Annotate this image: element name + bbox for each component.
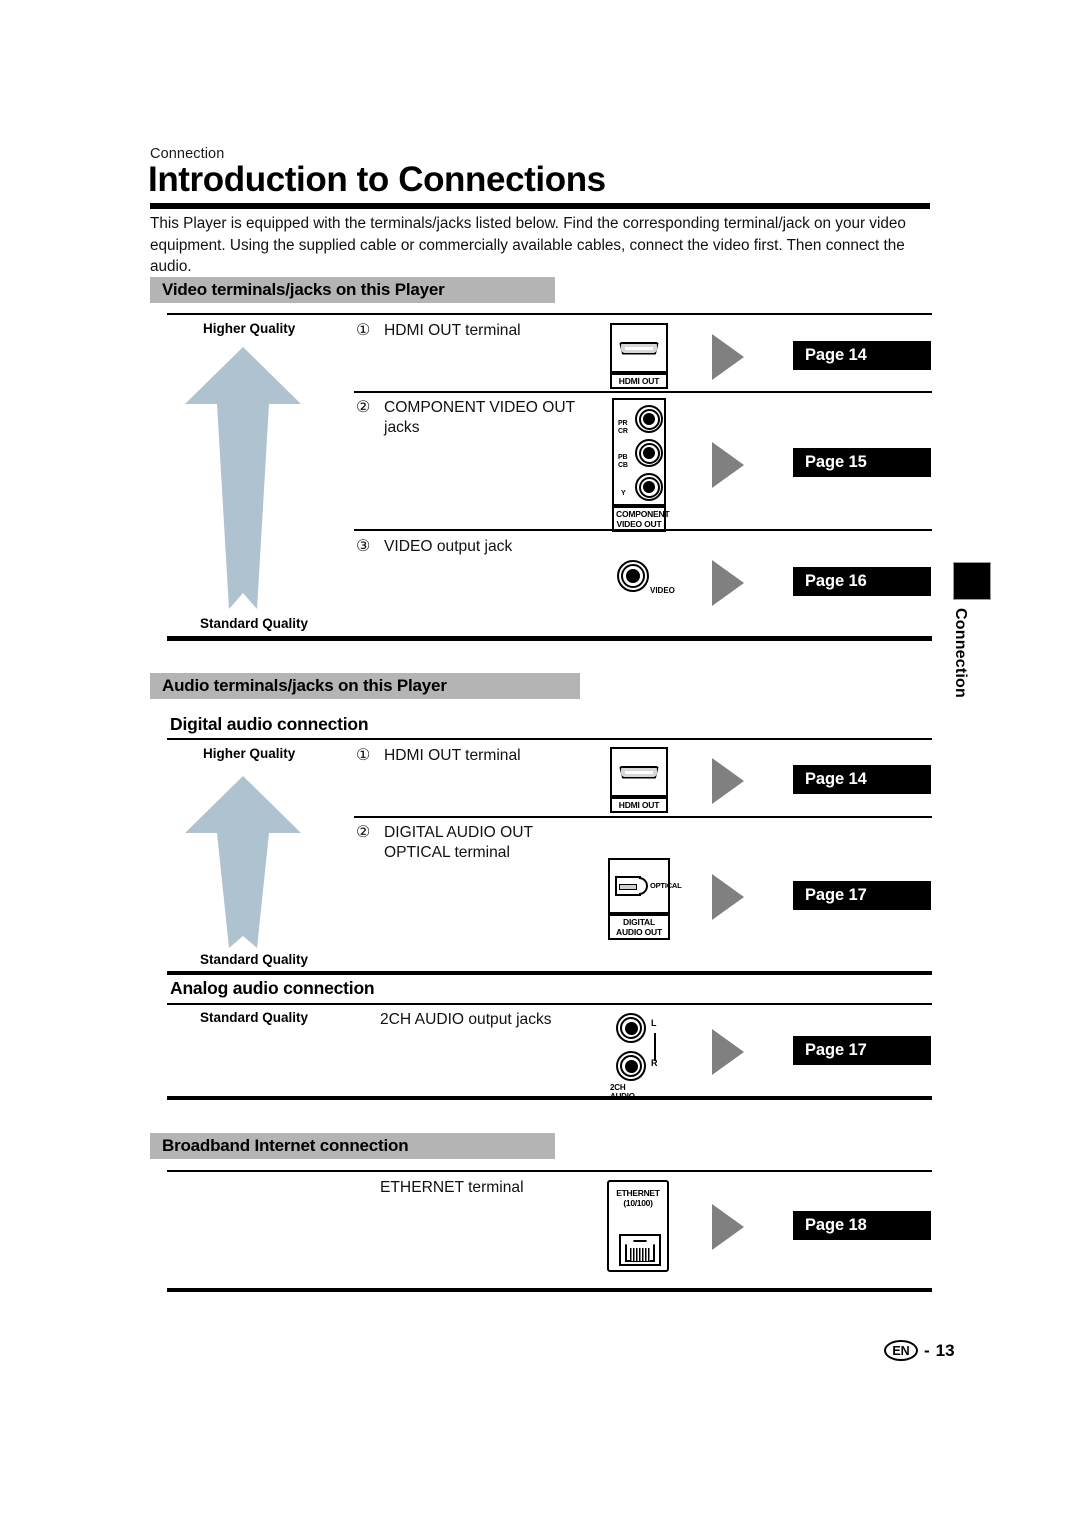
- page-badge-video-1[interactable]: Page 15: [793, 448, 931, 477]
- connector-component-video-out: PR CR PB CB Y COMPONENT VIDEO OUT: [612, 398, 670, 532]
- section-bar-audio: Audio terminals/jacks on this Player: [150, 673, 580, 699]
- digital-audio-out-caption: DIGITAL AUDIO OUT: [608, 914, 670, 940]
- side-tab-marker: [953, 562, 991, 600]
- connector-ethernet: ETHERNET (10/100): [607, 1180, 669, 1272]
- connector-video-out: VIDEO: [617, 560, 675, 595]
- audio-label-l: L: [651, 1018, 657, 1028]
- digital-quality-top: Higher Quality: [203, 746, 296, 761]
- component-label-y: Y: [621, 490, 626, 497]
- digital-rule-1: [354, 816, 932, 818]
- connector-optical-out: OPTICAL DIGITAL AUDIO OUT: [608, 858, 682, 940]
- hdmi-port-box-audio: [610, 747, 668, 797]
- hdmi-port-icon-audio: [619, 765, 659, 779]
- document-page: Connection Introduction to Connections T…: [0, 0, 1080, 1526]
- optical-shutter-icon: [639, 877, 648, 895]
- section-bar-video: Video terminals/jacks on this Player: [150, 277, 555, 303]
- audio-label-r: R: [651, 1058, 658, 1068]
- video-row-2-label: VIDEO output jack: [384, 538, 513, 555]
- video-row-1-label: COMPONENT VIDEO OUT jacks: [384, 399, 576, 436]
- rca-jack-pr: [635, 405, 663, 433]
- connector-2ch-audio-out: L R 2CH AUDIO: [610, 1013, 658, 1101]
- page-badge-digital-0[interactable]: Page 14: [793, 765, 931, 794]
- optical-caption: OPTICAL: [650, 881, 682, 890]
- subhead-analog-audio: Analog audio connection: [170, 978, 375, 998]
- video-row-0-label: HDMI OUT terminal: [384, 322, 521, 339]
- arrow-triangle-digital-1: [712, 874, 744, 920]
- analog-rule-top: [167, 1003, 932, 1005]
- rca-jack-y: [635, 473, 663, 501]
- arrow-triangle-digital-0: [712, 758, 744, 804]
- page-badge-analog-0[interactable]: Page 17: [793, 1036, 931, 1065]
- analog-rule-bottom: [167, 1096, 932, 1100]
- connector-hdmi-out-audio: HDMI OUT: [610, 747, 668, 813]
- intro-paragraph: This Player is equipped with the termina…: [150, 215, 906, 275]
- rca-jack-video: [617, 560, 649, 592]
- ethernet-caption: ETHERNET (10/100): [616, 1188, 660, 1208]
- component-label-pb: PB CB: [618, 454, 628, 469]
- page-badge-broadband-0[interactable]: Page 18: [793, 1211, 931, 1240]
- video-quality-bottom: Standard Quality: [200, 616, 309, 631]
- rca-jack-right: [616, 1051, 646, 1081]
- page-title: Introduction to Connections: [148, 160, 606, 199]
- component-jack-panel: PR CR PB CB Y: [612, 398, 666, 506]
- analog-row-0-label: 2CH AUDIO output jacks: [380, 1011, 552, 1028]
- footer: EN - 13: [884, 1340, 955, 1361]
- page-badge-video-0[interactable]: Page 14: [793, 341, 931, 370]
- digital-row-0-label: HDMI OUT terminal: [384, 747, 521, 764]
- side-tab-label: Connection: [952, 608, 969, 698]
- ethernet-port-box: ETHERNET (10/100): [607, 1180, 669, 1272]
- quality-up-arrow-digital: [185, 776, 301, 948]
- video-jack-caption: VIDEO: [650, 586, 675, 595]
- video-row-1-number: ②: [356, 399, 371, 416]
- digital-row-1-label: DIGITAL AUDIO OUT OPTICAL terminal: [384, 824, 534, 861]
- language-badge: EN: [884, 1340, 918, 1361]
- video-rule-1: [354, 391, 932, 393]
- digital-row-0-number: ①: [356, 747, 371, 764]
- rca-jack-pb: [635, 439, 663, 467]
- analog-quality: Standard Quality: [200, 1010, 309, 1025]
- arrow-triangle-analog-0: [712, 1029, 744, 1075]
- optical-port-box: OPTICAL: [608, 858, 682, 914]
- digital-rule-top: [167, 738, 932, 740]
- video-row-0-number: ①: [356, 322, 371, 339]
- hdmi-out-caption: HDMI OUT: [610, 373, 668, 389]
- optical-port-icon: [615, 876, 641, 896]
- digital-quality-bottom: Standard Quality: [200, 952, 309, 967]
- arrow-triangle-video-0: [712, 334, 744, 380]
- video-rule-top: [167, 313, 932, 315]
- hdmi-port-icon: [619, 341, 659, 355]
- connector-hdmi-out-video: HDMI OUT: [610, 323, 668, 389]
- subhead-digital-audio: Digital audio connection: [170, 714, 369, 734]
- video-rule-2: [354, 529, 932, 531]
- audio-lr-connector-line: [654, 1033, 656, 1061]
- rj45-jack-icon: [619, 1234, 661, 1266]
- broadband-rule-bottom: [167, 1288, 932, 1292]
- page-badge-digital-1[interactable]: Page 17: [793, 881, 931, 910]
- rca-jack-left: [616, 1013, 646, 1043]
- digital-rule-bottom: [167, 971, 932, 975]
- footer-dash: -: [924, 1340, 930, 1360]
- video-row-2-number: ③: [356, 538, 371, 555]
- broadband-rule-top: [167, 1170, 932, 1172]
- video-quality-top: Higher Quality: [203, 321, 296, 336]
- footer-page-number: 13: [935, 1340, 955, 1360]
- hdmi-port-box: [610, 323, 668, 373]
- digital-row-1-number: ②: [356, 824, 371, 841]
- video-rule-bottom: [167, 636, 932, 641]
- page-badge-video-2[interactable]: Page 16: [793, 567, 931, 596]
- component-label-pr: PR CR: [618, 420, 628, 435]
- arrow-triangle-video-1: [712, 442, 744, 488]
- hdmi-out-caption-audio: HDMI OUT: [610, 797, 668, 813]
- quality-up-arrow-video: [185, 347, 301, 609]
- title-rule: [150, 203, 930, 209]
- section-bar-broadband: Broadband Internet connection: [150, 1133, 555, 1159]
- arrow-triangle-broadband-0: [712, 1204, 744, 1250]
- broadband-row-0-label: ETHERNET terminal: [380, 1179, 524, 1196]
- arrow-triangle-video-2: [712, 560, 744, 606]
